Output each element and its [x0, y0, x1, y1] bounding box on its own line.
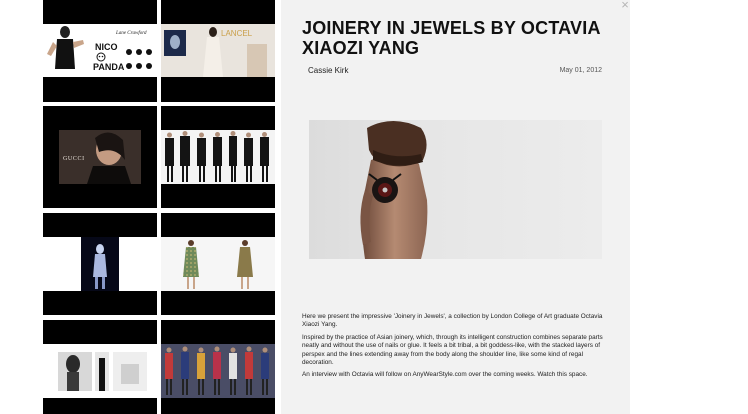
- article-paragraph: Here we present the impressive 'Joinery …: [302, 313, 603, 329]
- svg-text:NICO: NICO: [95, 42, 118, 52]
- svg-text:Lane Crawford: Lane Crawford: [115, 31, 147, 36]
- figure-dark-tile[interactable]: [43, 213, 157, 315]
- svg-text:LANCEL: LANCEL: [221, 29, 253, 38]
- bw-editorial-tile[interactable]: [43, 320, 157, 414]
- runway-print-tile[interactable]: [161, 320, 275, 414]
- close-icon[interactable]: ×: [619, 0, 631, 12]
- gallery-grid: Lane Crawford NICO PANDA LANCEL GUCCI: [43, 0, 275, 414]
- article-paragraph: An interview with Octavia will follow on…: [302, 371, 588, 379]
- article-author: Cassie Kirk: [308, 66, 349, 75]
- article-body: Here we present the impressive 'Joinery …: [302, 313, 606, 384]
- article-date: May 01, 2012: [559, 67, 602, 74]
- dresses-tile[interactable]: [161, 213, 275, 315]
- runway-black-tile[interactable]: [161, 106, 275, 208]
- lancel-tile[interactable]: LANCEL: [161, 0, 275, 102]
- svg-text:PANDA: PANDA: [93, 62, 125, 72]
- article-paragraph: Inspired by the practice of Asian joiner…: [302, 333, 603, 367]
- nico-panda-tile[interactable]: Lane Crawford NICO PANDA: [43, 0, 157, 102]
- gucci-tile[interactable]: GUCCI: [43, 106, 157, 208]
- svg-text:GUCCI: GUCCI: [63, 156, 85, 162]
- article-hero-image: [309, 120, 602, 259]
- article-title: JOINERY IN JEWELS BY OCTAVIA XIAOZI YANG: [302, 18, 600, 58]
